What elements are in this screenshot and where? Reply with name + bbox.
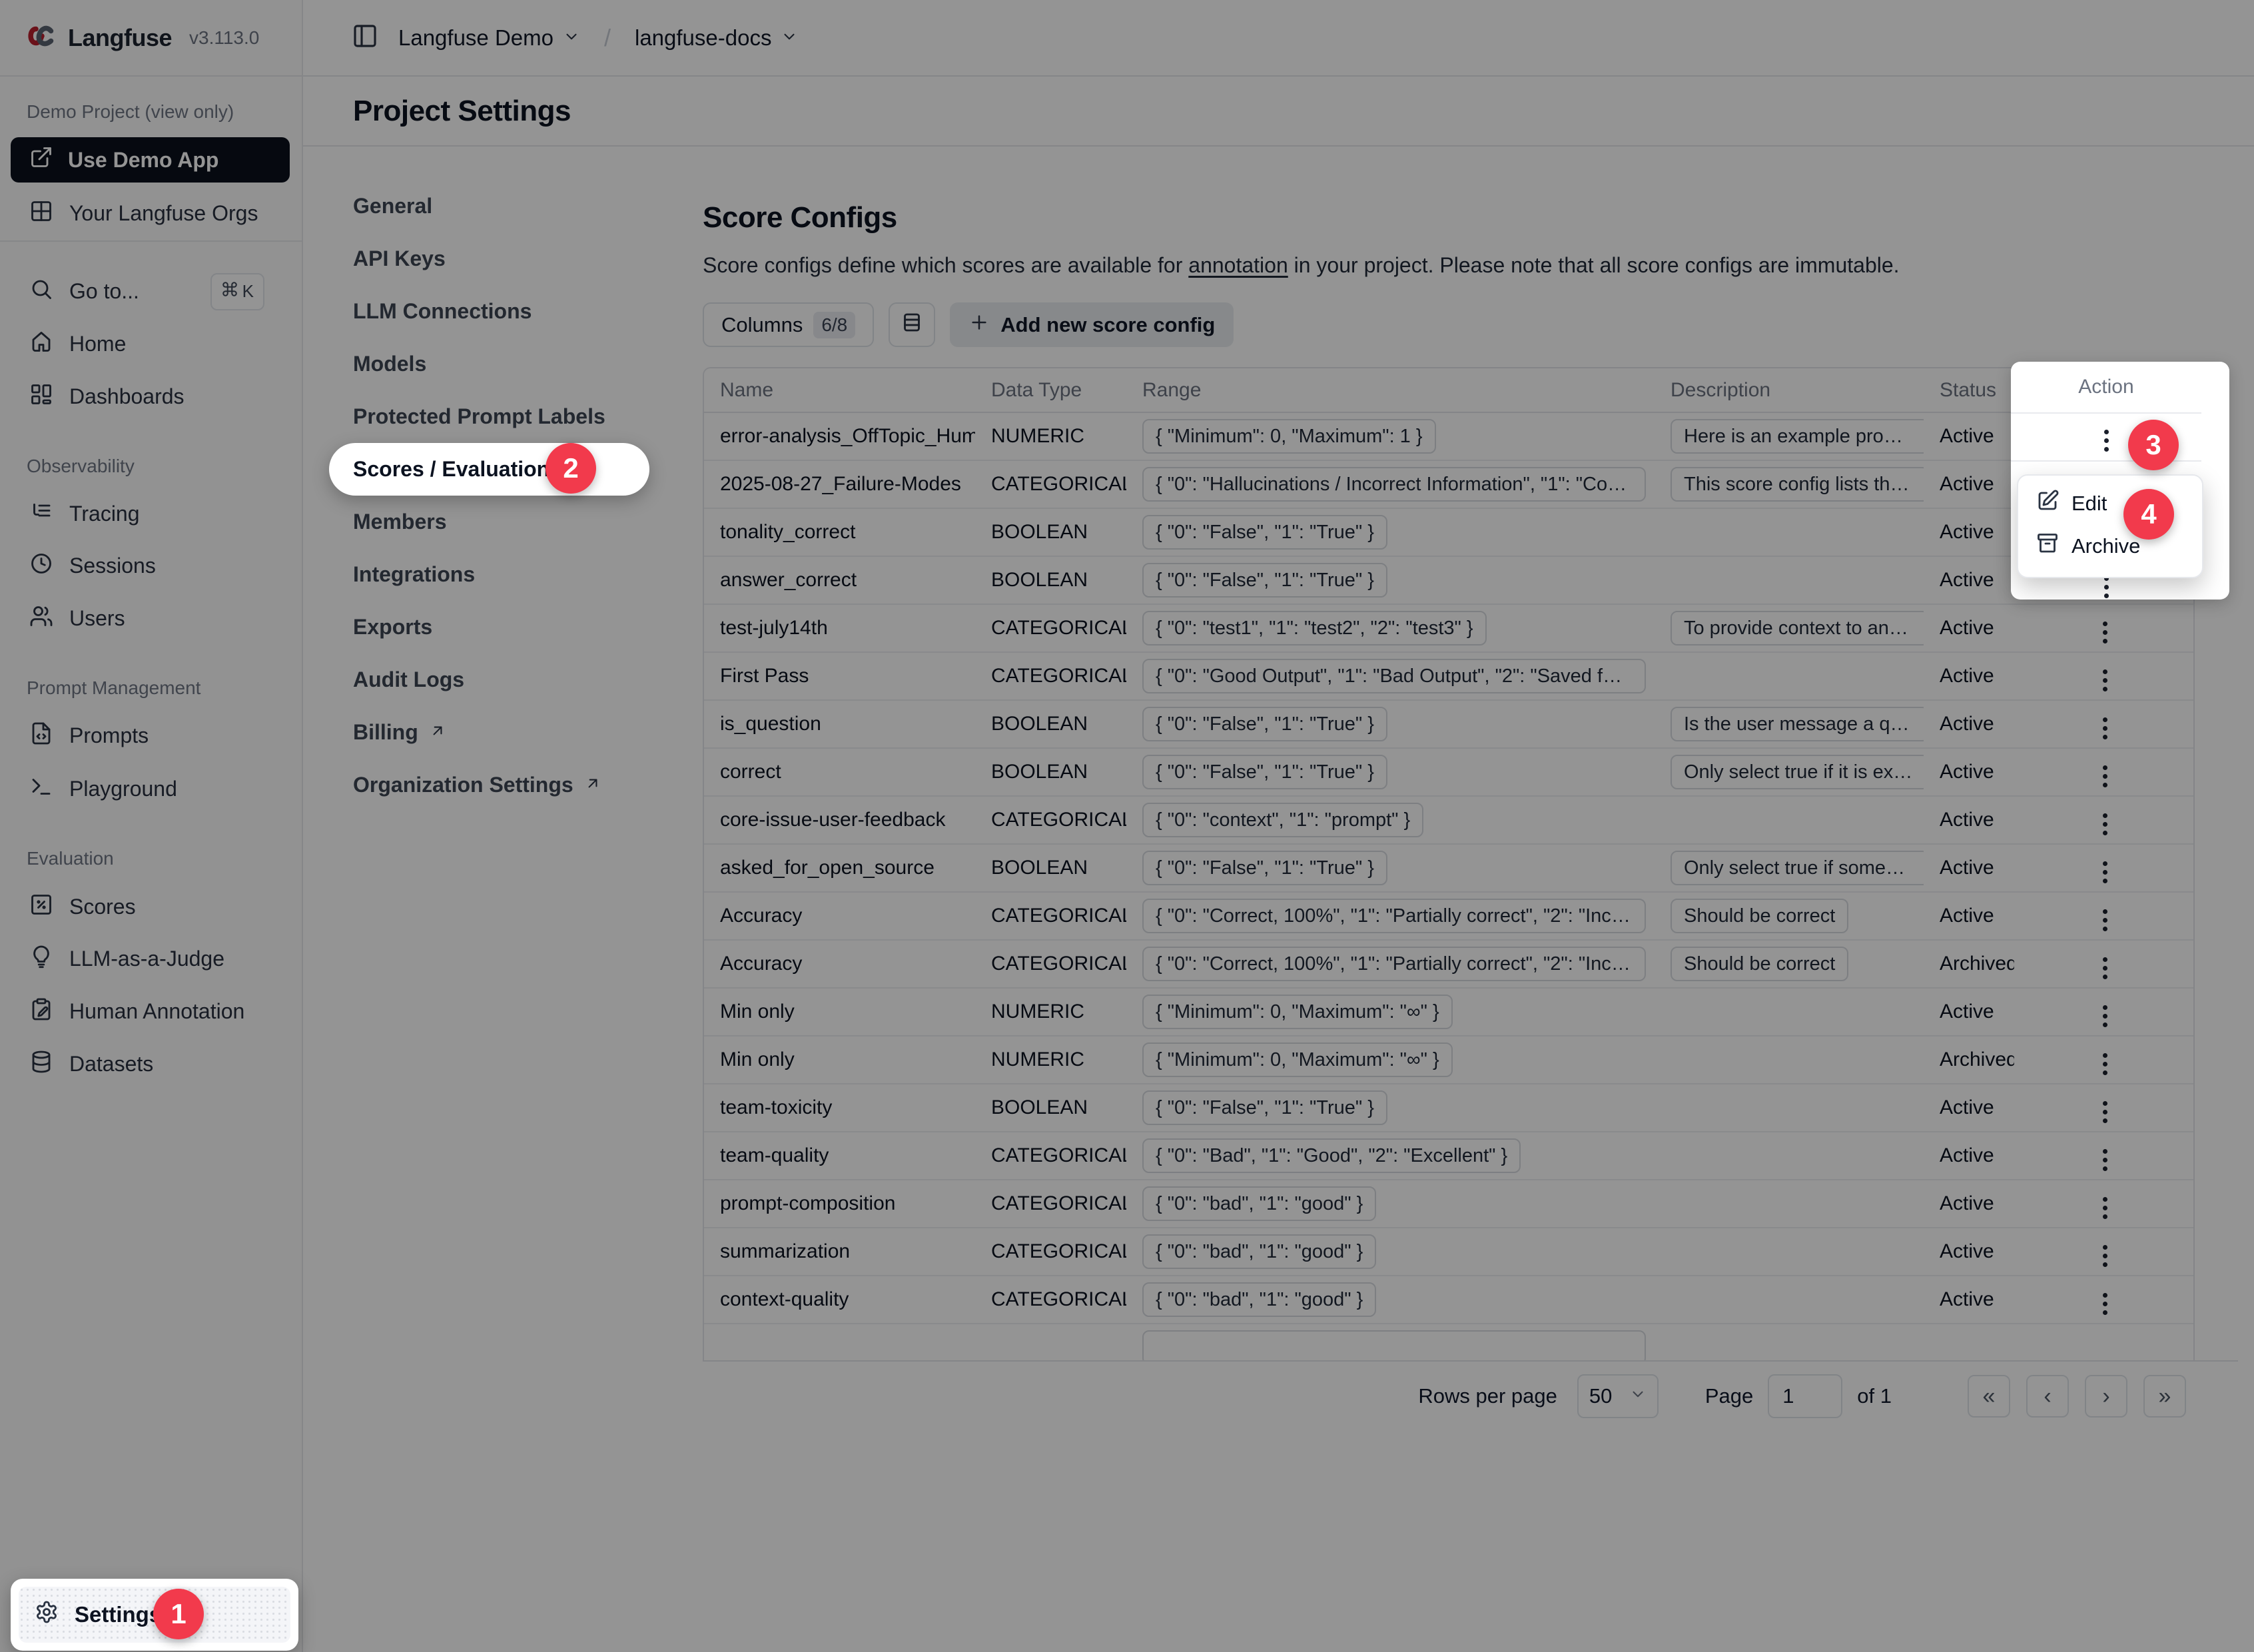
step-badge-4: 4	[2123, 489, 2174, 540]
langfuse-app: Langfuse v3.113.0 Demo Project (view onl…	[0, 0, 2254, 1652]
col-header-action-highlight: Action	[2011, 362, 2201, 412]
settings-nav-scores-evaluation[interactable]: Scores / Evaluation	[329, 443, 649, 496]
step-badge-3: 3	[2128, 420, 2179, 470]
tutorial-dim-overlay	[0, 0, 2254, 1652]
row-actions-dropdown: Edit Archive	[2017, 474, 2203, 578]
menu-item-archive[interactable]: Archive	[2025, 525, 2195, 568]
step-badge-2: 2	[546, 443, 596, 494]
divider	[2011, 412, 2201, 414]
settings-label: Settings	[75, 1602, 161, 1627]
step-badge-1: 1	[153, 1589, 204, 1639]
gear-icon	[35, 1600, 59, 1629]
edit-icon	[2036, 489, 2060, 518]
archive-icon	[2036, 532, 2060, 561]
